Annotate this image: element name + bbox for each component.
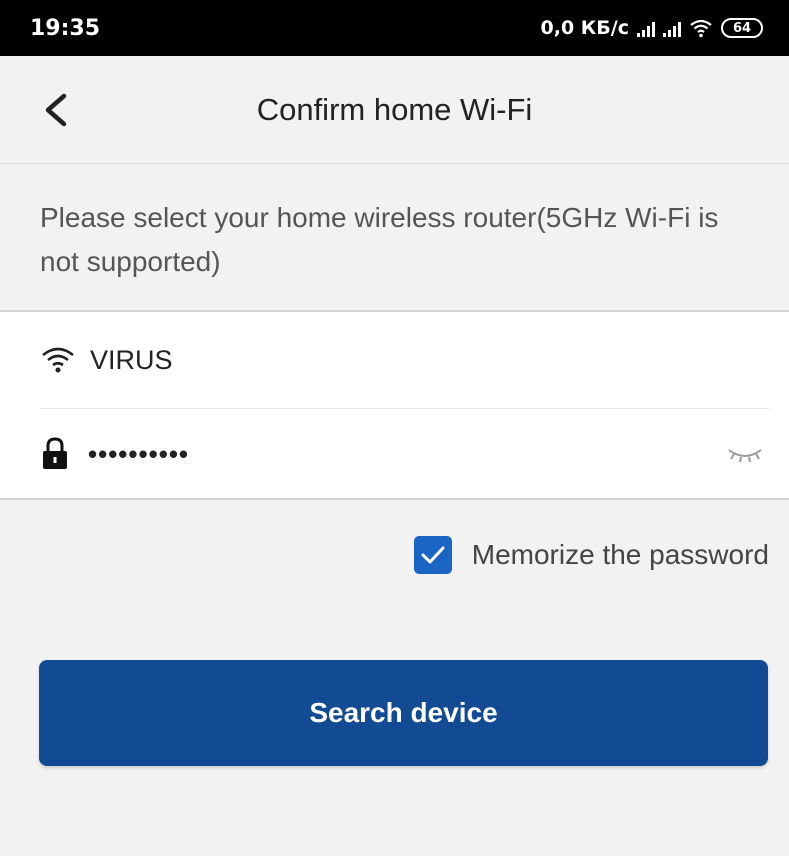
password-field[interactable]: •••••••••• bbox=[40, 430, 769, 478]
status-indicators: 0,0 КБ/с 64 bbox=[540, 17, 763, 39]
divider bbox=[40, 408, 769, 409]
search-device-button[interactable]: Search device bbox=[39, 660, 768, 766]
status-time: 19:35 bbox=[30, 15, 101, 41]
checkmark-icon bbox=[421, 546, 445, 564]
wifi-icon bbox=[42, 347, 74, 373]
wifi-form: VIRUS •••••••••• bbox=[0, 310, 789, 500]
network-speed: 0,0 КБ/с bbox=[540, 17, 630, 39]
eye-closed-icon bbox=[728, 449, 762, 463]
memorize-label: Memorize the password bbox=[471, 539, 769, 570]
battery-icon: 64 bbox=[721, 18, 763, 38]
lock-icon bbox=[43, 437, 67, 469]
header-bar: Confirm home Wi-Fi bbox=[0, 56, 789, 164]
signal-icon bbox=[637, 19, 655, 37]
toggle-password-visibility[interactable] bbox=[725, 442, 765, 466]
memorize-checkbox[interactable] bbox=[413, 536, 452, 574]
ssid-field[interactable]: VIRUS bbox=[40, 336, 769, 384]
password-value: •••••••••• bbox=[88, 438, 190, 469]
page-title: Confirm home Wi-Fi bbox=[256, 92, 533, 127]
status-bar: 19:35 0,0 КБ/с 64 bbox=[0, 0, 789, 56]
wifi-icon bbox=[690, 19, 712, 38]
signal-icon bbox=[663, 19, 681, 37]
instruction-text: Please select your home wireless router(… bbox=[40, 202, 719, 277]
memorize-password-option[interactable]: Memorize the password bbox=[413, 533, 769, 577]
ssid-value: VIRUS bbox=[90, 344, 173, 375]
